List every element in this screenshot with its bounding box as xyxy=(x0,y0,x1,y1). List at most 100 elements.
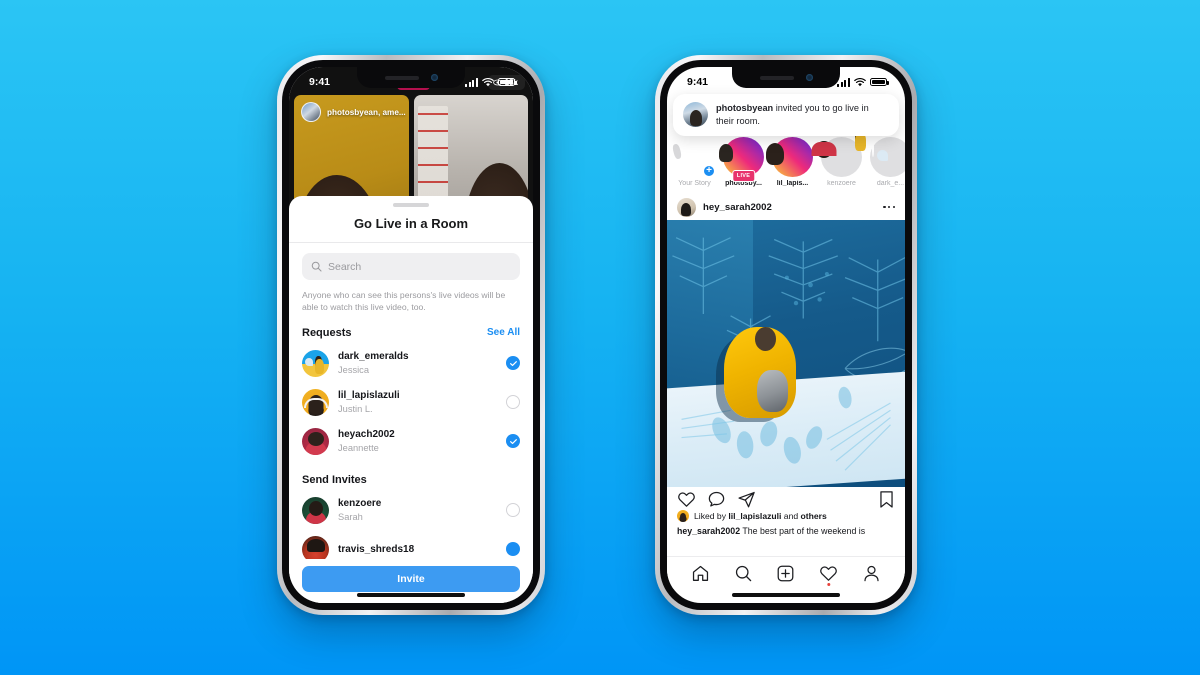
invite-button[interactable]: Invite xyxy=(302,566,520,592)
notch xyxy=(732,67,840,88)
wifi-icon xyxy=(482,77,494,86)
story-ring: LIVE xyxy=(723,137,764,183)
checkbox-selected[interactable] xyxy=(506,542,520,557)
search-placeholder: Search xyxy=(328,260,362,273)
front-camera xyxy=(805,74,813,81)
row-text: dark_emeralds Jessica xyxy=(338,350,497,376)
avatar xyxy=(677,510,689,522)
story-ring xyxy=(870,137,905,178)
table-row[interactable]: travis_shreds18 xyxy=(289,530,533,559)
left-phone-device: 9:41 photosbyean, ame... 18k Go Live in … xyxy=(277,55,545,615)
story-thumbnail xyxy=(724,137,727,157)
right-phone-device: 9:41 photosbyean invited you to go live … xyxy=(655,55,917,615)
live-host-avatar xyxy=(301,102,321,122)
comment-icon[interactable] xyxy=(707,490,726,509)
liked-by-row: Liked by lil_lapislazuli and others xyxy=(667,510,905,522)
table-row[interactable]: dark_emeralds Jessica xyxy=(289,344,533,383)
avatar xyxy=(302,388,329,416)
search-input[interactable]: Search xyxy=(302,253,520,280)
checkbox-unselected[interactable] xyxy=(506,503,520,518)
story-label: Your Story xyxy=(678,180,711,187)
story-item-photosbyean[interactable]: LIVE photosby... xyxy=(721,137,766,187)
row-text: lil_lapislazuli Justin L. xyxy=(338,389,497,415)
live-room-invite-notification[interactable]: photosbyean invited you to go live in th… xyxy=(673,94,899,137)
status-time: 9:41 xyxy=(687,76,709,88)
liked-by-others[interactable]: others xyxy=(801,511,827,521)
table-row[interactable]: heyach2002 Jeannette xyxy=(289,422,533,461)
check-icon xyxy=(509,439,517,444)
home-icon[interactable] xyxy=(690,563,710,583)
post-actions xyxy=(667,487,905,512)
table-row[interactable]: lil_lapislazuli Justin L. xyxy=(289,383,533,422)
battery-icon xyxy=(870,77,889,87)
bottom-tab-bar xyxy=(667,556,905,589)
search-container: Search xyxy=(289,243,533,280)
story-label: dark_e... xyxy=(876,180,905,187)
story-ring xyxy=(772,137,813,178)
table-row[interactable]: kenzoere Sarah xyxy=(289,491,533,530)
list-item-username: heyach2002 xyxy=(338,429,395,441)
notch xyxy=(357,67,465,88)
wifi-icon xyxy=(854,77,866,86)
avatar xyxy=(302,496,329,524)
liked-by-username[interactable]: lil_lapislazuli xyxy=(728,511,781,521)
caption-text: The best part of the weekend is xyxy=(740,526,866,536)
liked-by-text: Liked by lil_lapislazuli and others xyxy=(694,511,827,521)
status-time: 9:41 xyxy=(309,76,331,88)
earpiece-speaker xyxy=(759,75,794,80)
story-thumbnail xyxy=(822,137,825,157)
live-badge: LIVE xyxy=(731,170,756,183)
activity-icon[interactable] xyxy=(819,563,839,586)
liked-by-mid: and xyxy=(781,511,801,521)
notification-username: photosbyean xyxy=(716,103,774,113)
search-icon xyxy=(311,261,322,272)
battery-icon xyxy=(498,77,517,87)
more-options-icon[interactable] xyxy=(883,205,895,209)
post-username[interactable]: hey_sarah2002 xyxy=(703,202,876,213)
activity-badge xyxy=(827,582,831,586)
avatar[interactable] xyxy=(677,197,696,217)
right-phone-bezel: 9:41 photosbyean invited you to go live … xyxy=(660,60,912,610)
avatar xyxy=(683,102,708,127)
row-text: travis_shreds18 xyxy=(338,543,497,557)
story-item-lil-lapislazuli[interactable]: lil_lapis... xyxy=(770,137,815,187)
stories-tray[interactable]: + Your Story LIVE photosby... lil_lapis.… xyxy=(667,137,905,187)
story-label: kenzoere xyxy=(827,180,856,187)
check-icon xyxy=(509,361,517,366)
caption-username[interactable]: hey_sarah2002 xyxy=(677,526,740,536)
invites-title: Send Invites xyxy=(302,473,367,486)
requests-see-all-link[interactable]: See All xyxy=(487,327,520,338)
list-item-username: kenzoere xyxy=(338,498,382,510)
profile-icon[interactable] xyxy=(862,563,882,583)
list-item-username: travis_shreds18 xyxy=(338,543,415,555)
add-post-icon[interactable] xyxy=(776,563,796,583)
home-indicator[interactable] xyxy=(357,593,465,597)
post-image[interactable] xyxy=(667,220,905,487)
checkbox-selected[interactable] xyxy=(506,356,520,371)
story-item-your-story[interactable]: + Your Story xyxy=(672,137,717,187)
avatar xyxy=(302,427,329,455)
share-icon[interactable] xyxy=(737,490,756,509)
cellular-signal-icon xyxy=(465,77,478,87)
checkbox-selected[interactable] xyxy=(506,434,520,449)
list-item-name: Sarah xyxy=(338,511,363,522)
front-camera xyxy=(430,74,438,81)
sheet-description: Anyone who can see this persons's live v… xyxy=(302,290,506,313)
left-phone-bezel: 9:41 photosbyean, ame... 18k Go Live in … xyxy=(282,60,540,610)
earpiece-speaker xyxy=(384,75,419,80)
search-icon[interactable] xyxy=(733,563,753,583)
row-text: kenzoere Sarah xyxy=(338,497,497,523)
right-phone-screen: 9:41 photosbyean invited you to go live … xyxy=(667,67,905,603)
people-list: dark_emeralds Jessica lil_lapislazuli Ju… xyxy=(289,344,533,559)
post-caption: hey_sarah2002 The best part of the weeke… xyxy=(667,526,905,536)
requests-title: Requests xyxy=(302,326,352,339)
like-icon[interactable] xyxy=(677,490,696,509)
checkbox-unselected[interactable] xyxy=(506,395,520,410)
requests-section-header: Requests See All xyxy=(289,314,533,344)
add-story-icon[interactable]: + xyxy=(702,164,716,179)
bookmark-icon[interactable] xyxy=(878,490,895,509)
home-indicator[interactable] xyxy=(732,593,840,597)
list-item-username: dark_emeralds xyxy=(338,351,409,363)
story-item-dark-emeralds[interactable]: dark_e... xyxy=(868,137,905,187)
live-host-label: photosbyean, ame... xyxy=(301,102,406,122)
